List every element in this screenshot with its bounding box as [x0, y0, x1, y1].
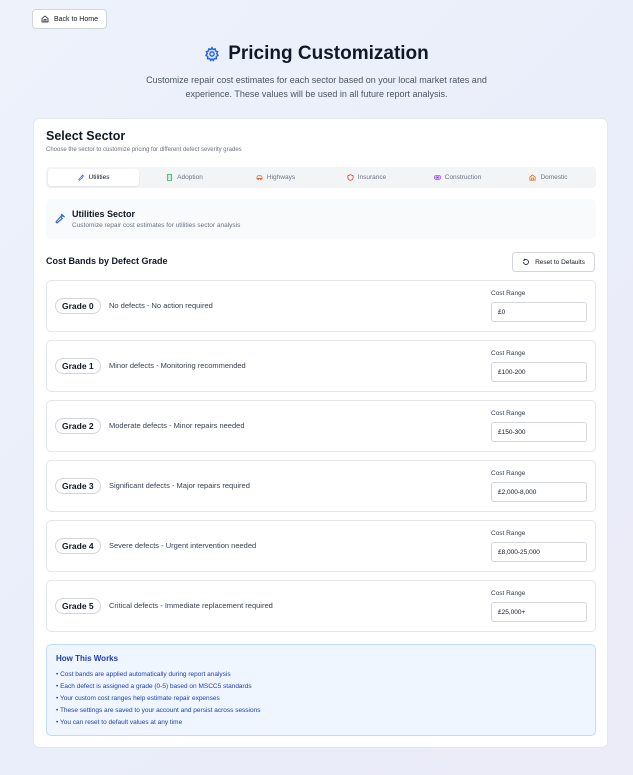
grade-row-1: Grade 1 Minor defects - Monitoring recom… — [46, 340, 596, 392]
wrench-icon — [77, 174, 84, 181]
cost-range-input-grade-2[interactable] — [491, 422, 587, 442]
reset-to-defaults-button[interactable]: Reset to Defaults — [512, 252, 595, 272]
grade-description: No defects - No action required — [109, 301, 213, 310]
info-item: • Cost bands are applied automatically d… — [56, 671, 231, 678]
cost-range-label: Cost Range — [491, 470, 526, 477]
grade-badge: Grade 2 — [55, 418, 101, 434]
pricing-card: Select Sector Choose the sector to custo… — [33, 118, 608, 748]
tab-label: Domestic — [540, 174, 568, 181]
home-icon — [529, 174, 536, 181]
cost-range-input-grade-1[interactable] — [491, 362, 587, 382]
cost-bands-title: Cost Bands by Defect Grade — [46, 256, 168, 266]
tab-label: Highways — [266, 174, 296, 181]
page-subtitle: Customize repair cost estimates for each… — [146, 75, 487, 99]
wrench-icon — [55, 213, 66, 224]
info-item: • These settings are saved to your accou… — [56, 707, 261, 714]
selected-sector-name: Utilities Sector — [72, 209, 136, 219]
cost-range-label: Cost Range — [491, 530, 526, 537]
back-to-home-button[interactable]: Back to Home — [32, 9, 107, 29]
cost-range-input-grade-5[interactable] — [491, 602, 587, 622]
grade-badge: Grade 1 — [55, 358, 101, 374]
grade-description: Significant defects - Major repairs requ… — [109, 481, 250, 490]
info-item: • You can reset to default values at any… — [56, 719, 183, 726]
select-sector-description: Choose the sector to customize pricing f… — [46, 147, 242, 153]
grade-row-4: Grade 4 Severe defects - Urgent interven… — [46, 520, 596, 572]
tab-label: Utilities — [88, 174, 110, 181]
grade-badge: Grade 0 — [55, 298, 101, 314]
cost-range-label: Cost Range — [491, 290, 526, 297]
grade-badge: Grade 5 — [55, 598, 101, 614]
grade-badge: Grade 3 — [55, 478, 101, 494]
grade-description: Minor defects - Monitoring recommended — [109, 361, 246, 370]
selected-sector-description: Customize repair cost estimates for util… — [72, 222, 241, 229]
how-this-works-panel: How This Works • Cost bands are applied … — [46, 644, 596, 736]
back-to-home-label: Back to Home — [54, 15, 98, 23]
grade-row-0: Grade 0 No defects - No action required … — [46, 280, 596, 332]
select-sector-title: Select Sector — [46, 129, 126, 143]
cost-range-label: Cost Range — [491, 350, 526, 357]
cost-range-input-grade-4[interactable] — [491, 542, 587, 562]
hard-hat-icon — [434, 175, 441, 180]
grade-description: Severe defects - Urgent intervention nee… — [109, 541, 257, 550]
page-title: Pricing Customization — [0, 43, 633, 65]
info-item: • Your custom cost ranges help estimate … — [56, 695, 220, 702]
reset-icon — [523, 258, 529, 265]
tab-adoption[interactable]: Adoption — [139, 169, 230, 186]
tab-highways[interactable]: Highways — [230, 169, 321, 186]
cost-range-label: Cost Range — [491, 410, 526, 417]
tab-label: Adoption — [177, 174, 203, 181]
info-item: • Each defect is assigned a grade (0-5) … — [56, 683, 252, 690]
tab-label: Insurance — [357, 174, 387, 181]
grade-badge: Grade 4 — [55, 538, 101, 554]
cost-range-label: Cost Range — [491, 590, 526, 597]
grade-row-2: Grade 2 Moderate defects - Minor repairs… — [46, 400, 596, 452]
reset-label: Reset to Defaults — [535, 258, 585, 266]
shield-icon — [347, 174, 354, 181]
car-icon — [256, 175, 263, 180]
selected-sector-panel: Utilities Sector Customize repair cost e… — [46, 199, 596, 239]
grade-description: Moderate defects - Minor repairs needed — [109, 421, 245, 430]
tab-utilities[interactable]: Utilities — [48, 169, 139, 186]
building-icon — [167, 174, 173, 181]
page-title-text: Pricing Customization — [228, 43, 429, 64]
grade-row-3: Grade 3 Significant defects - Major repa… — [46, 460, 596, 512]
home-icon — [41, 15, 49, 23]
grade-row-5: Grade 5 Critical defects - Immediate rep… — [46, 580, 596, 632]
how-this-works-title: How This Works — [56, 654, 119, 663]
cost-range-input-grade-0[interactable] — [491, 302, 587, 322]
cost-range-input-grade-3[interactable] — [491, 482, 587, 502]
gear-icon — [205, 46, 220, 62]
tab-construction[interactable]: Construction — [412, 169, 503, 186]
tab-domestic[interactable]: Domestic — [503, 169, 594, 186]
tab-label: Construction — [444, 174, 482, 181]
sector-tabs: Utilities Adoption Highways Insurance Co… — [46, 167, 596, 188]
grade-description: Critical defects - Immediate replacement… — [109, 601, 273, 610]
tab-insurance[interactable]: Insurance — [321, 169, 412, 186]
